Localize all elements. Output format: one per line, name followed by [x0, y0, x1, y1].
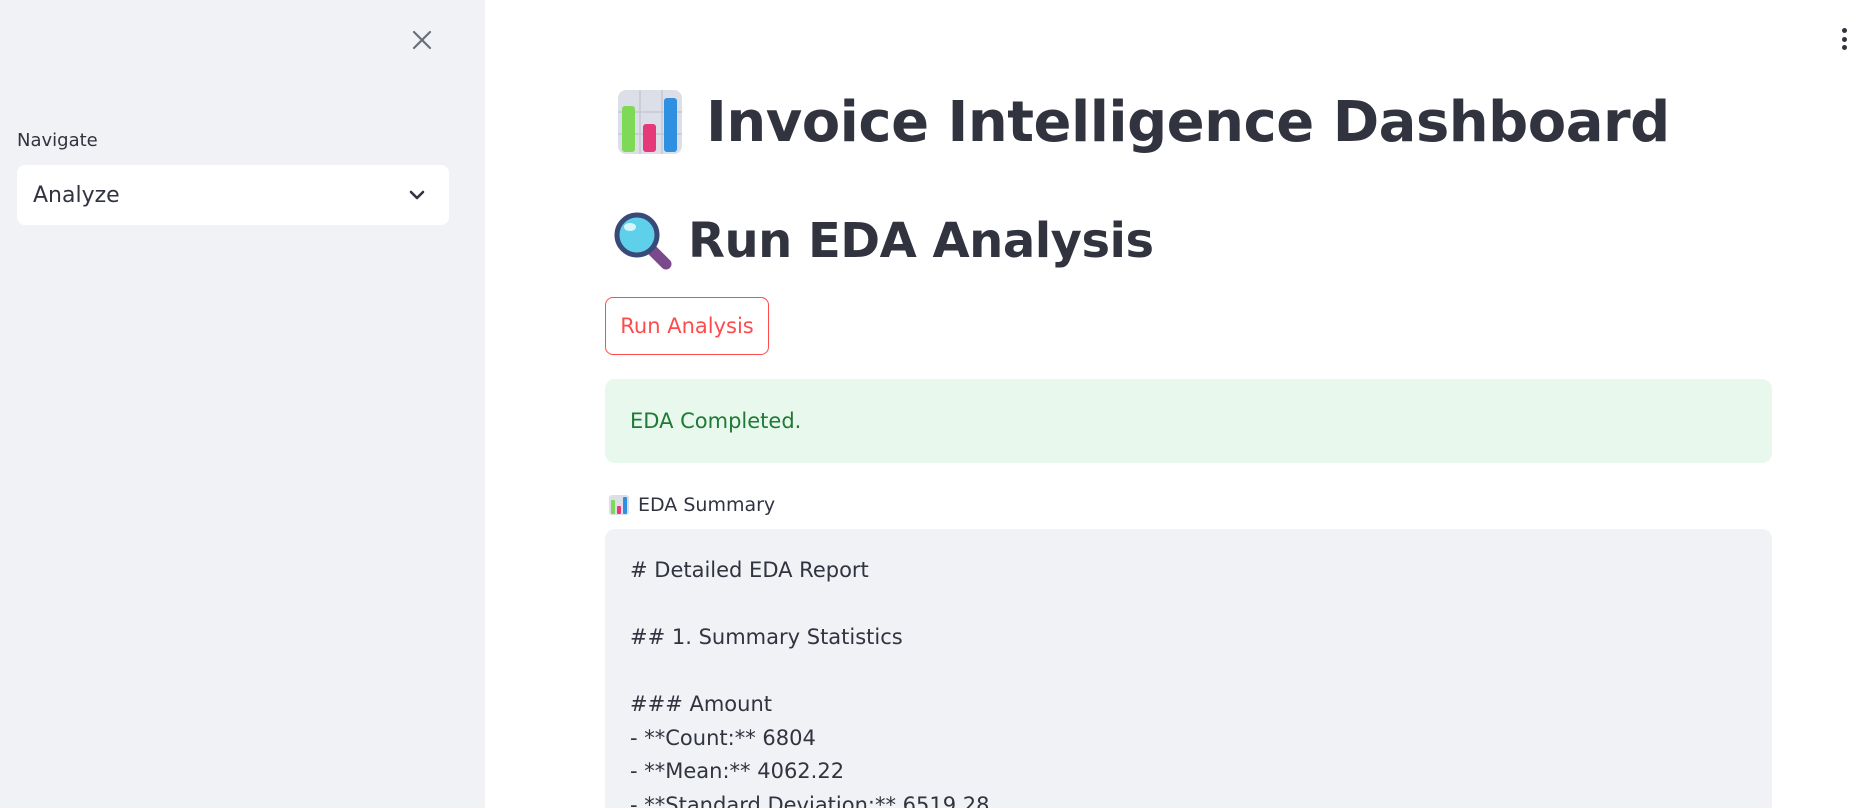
report-line: # Detailed EDA Report — [630, 558, 869, 582]
close-sidebar-button[interactable] — [406, 24, 438, 56]
eda-summary-expander[interactable]: EDA Summary — [608, 490, 775, 520]
menu-dot-icon — [1841, 28, 1847, 33]
navigate-select[interactable]: Analyze — [17, 165, 449, 225]
report-line — [630, 588, 1747, 622]
expander-label: EDA Summary — [638, 494, 776, 516]
menu-dot-icon — [1841, 36, 1847, 42]
page-title: Invoice Intelligence Dashboard — [706, 89, 1670, 155]
bar-chart-icon — [618, 90, 682, 154]
report-line: - **Mean:** 4062.22 — [630, 759, 845, 783]
section-title-row: Run EDA Analysis — [614, 206, 1154, 276]
navigate-label: Navigate — [17, 130, 98, 151]
navigate-select-value: Analyze — [33, 182, 120, 208]
close-icon — [412, 30, 432, 50]
report-line: - **Standard Deviation:** 6519.28 — [630, 792, 990, 808]
report-line: ## 1. Summary Statistics — [630, 625, 903, 649]
sidebar: Navigate Analyze — [0, 0, 485, 808]
menu-dot-icon — [1841, 45, 1847, 50]
report-line: ### Amount — [630, 692, 772, 716]
bar-chart-icon — [609, 495, 629, 515]
success-message: EDA Completed. — [630, 409, 802, 433]
main-menu-button[interactable] — [1836, 24, 1852, 54]
success-alert: EDA Completed. — [605, 379, 1772, 463]
magnifier-icon — [614, 212, 672, 270]
run-analysis-button[interactable]: Run Analysis — [605, 297, 769, 355]
eda-report-box: # Detailed EDA Report ## 1. Summary Stat… — [605, 529, 1772, 808]
chevron-down-icon — [409, 190, 425, 200]
report-line — [630, 655, 1747, 689]
app-root: Navigate Analyze Invoice Intelligence Da… — [0, 0, 1855, 808]
report-line: - **Count:** 6804 — [630, 725, 816, 750]
section-title: Run EDA Analysis — [688, 213, 1154, 269]
page-title-row: Invoice Intelligence Dashboard — [616, 84, 1670, 160]
